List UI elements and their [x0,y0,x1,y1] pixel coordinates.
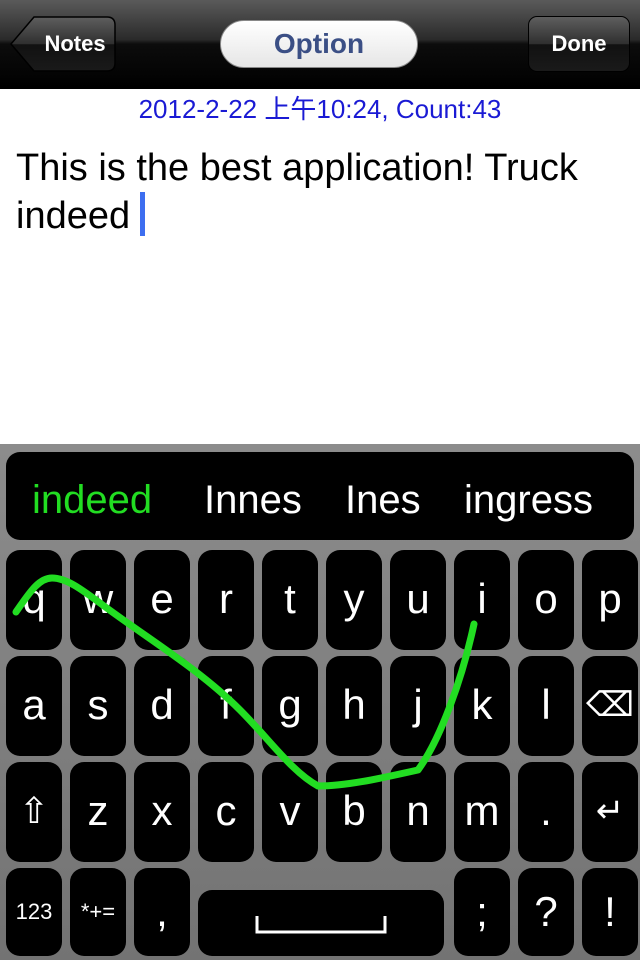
key-l[interactable]: l [518,656,574,756]
key-t[interactable]: t [262,550,318,650]
key-s[interactable]: s [70,656,126,756]
key-z[interactable]: z [70,762,126,862]
key-semicolon[interactable]: ; [454,868,510,956]
key-a[interactable]: a [6,656,62,756]
key-return[interactable]: ↵ [582,762,638,862]
suggestion-ines[interactable]: Ines [345,452,421,540]
notes-back-button[interactable]: Notes [10,16,116,72]
key-e[interactable]: e [134,550,190,650]
key-o[interactable]: o [518,550,574,650]
key-f[interactable]: f [198,656,254,756]
key-backspace[interactable]: ⌫ [582,656,638,756]
key-space[interactable] [198,890,444,956]
key-m[interactable]: m [454,762,510,862]
suggestion-bar: indeed Innes Ines ingress [6,452,634,540]
key-c[interactable]: c [198,762,254,862]
suggestion-innes[interactable]: Innes [204,452,302,540]
key-j[interactable]: j [390,656,446,756]
key-period[interactable]: . [518,762,574,862]
note-text-area[interactable]: This is the best application! Truck inde… [16,144,626,240]
key-u[interactable]: u [390,550,446,650]
option-title-button[interactable]: Option [220,20,418,68]
key-x[interactable]: x [134,762,190,862]
key-shift[interactable]: ⇧ [6,762,62,862]
suggestion-ingress[interactable]: ingress [464,452,593,540]
key-exclamation[interactable]: ! [582,868,638,956]
key-k[interactable]: k [454,656,510,756]
key-v[interactable]: v [262,762,318,862]
key-123[interactable]: 123 [6,868,62,956]
key-symbols[interactable]: *+= [70,868,126,956]
space-icon [253,914,389,936]
swipe-keyboard: indeed Innes Ines ingress q w e r t y u … [0,444,640,960]
key-h[interactable]: h [326,656,382,756]
key-q[interactable]: q [6,550,62,650]
key-r[interactable]: r [198,550,254,650]
key-g[interactable]: g [262,656,318,756]
note-text-content: This is the best application! Truck inde… [16,147,578,237]
suggestion-indeed[interactable]: indeed [32,452,152,540]
note-timestamp-count: 2012-2-22 上午10:24, Count:43 [0,92,640,126]
navigation-bar: Notes Option Done [0,0,640,89]
key-i[interactable]: i [454,550,510,650]
key-question[interactable]: ? [518,868,574,956]
key-n[interactable]: n [390,762,446,862]
key-comma[interactable]: , [134,868,190,956]
key-d[interactable]: d [134,656,190,756]
key-w[interactable]: w [70,550,126,650]
notes-back-label: Notes [34,16,116,72]
key-y[interactable]: y [326,550,382,650]
text-cursor [140,192,145,236]
key-p[interactable]: p [582,550,638,650]
done-button[interactable]: Done [528,16,630,72]
key-b[interactable]: b [326,762,382,862]
